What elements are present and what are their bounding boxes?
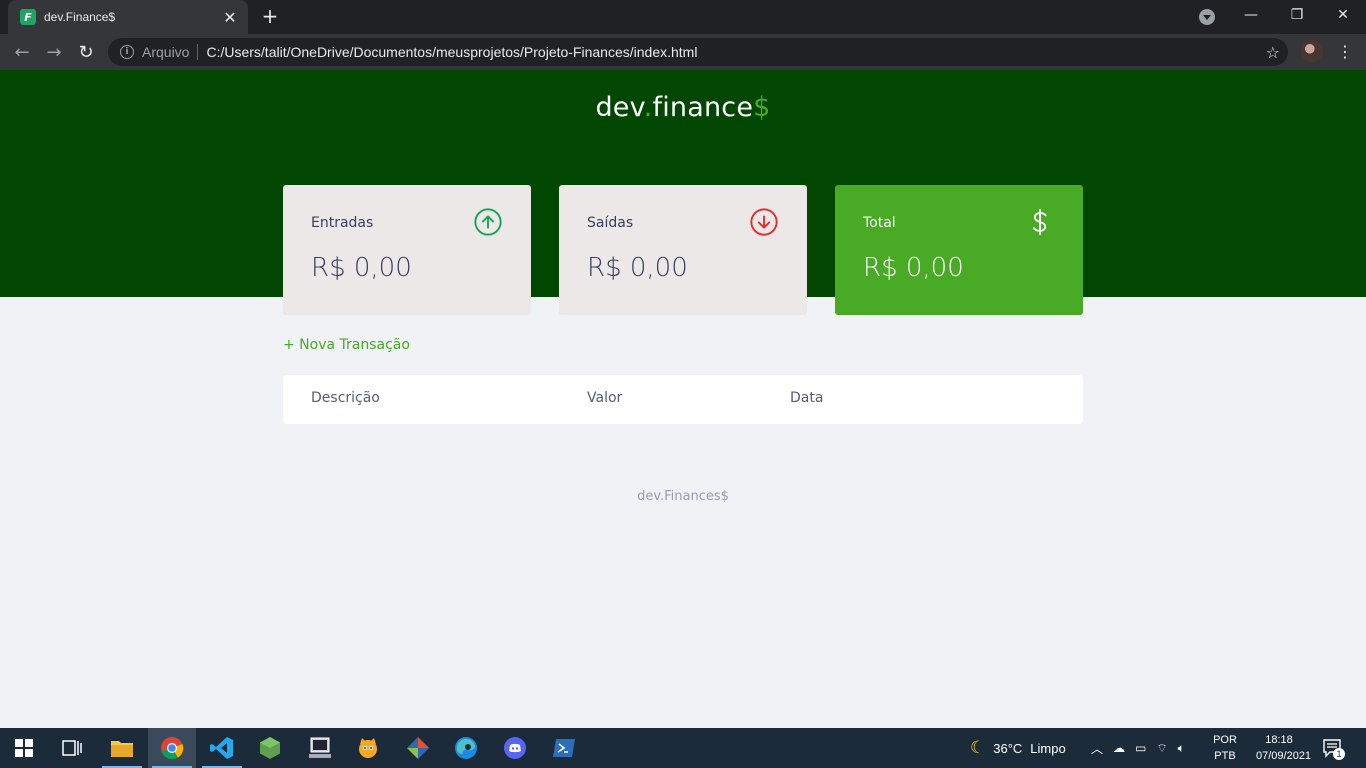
git-icon[interactable]	[394, 728, 442, 768]
expense-card: Saídas R$ 0,00	[559, 185, 807, 315]
clock[interactable]: 18:18 07/09/2021	[1256, 732, 1312, 764]
forward-icon[interactable]: →	[42, 40, 66, 64]
vscode-icon[interactable]	[198, 728, 246, 768]
wifi-icon[interactable]: ⌔	[1156, 741, 1167, 756]
table-header-date: Data	[790, 390, 824, 406]
page-footer: dev.Finances$	[637, 489, 729, 504]
total-card: Total R$ 0,00	[835, 185, 1083, 315]
volume-icon[interactable]: 🔈︎	[1178, 741, 1185, 756]
browser-toolbar: ← → ↻ i Arquivo C:/Users/talit/OneDrive/…	[0, 34, 1366, 70]
menu-icon[interactable]: ⋮	[1335, 40, 1355, 64]
scratch-icon[interactable]	[344, 728, 392, 768]
browser-tab-bar: F dev.Finance$ ✕ + — ❐ ✕	[0, 0, 1366, 34]
powershell-icon[interactable]	[540, 728, 588, 768]
browser-tab[interactable]: F dev.Finance$ ✕	[8, 0, 248, 34]
file-explorer-icon[interactable]	[98, 728, 146, 768]
chrome-icon[interactable]	[148, 728, 196, 768]
maximize-icon[interactable]: ❐	[1274, 0, 1320, 30]
moon-icon: ☾	[970, 738, 986, 757]
logo-dollar: $	[753, 92, 771, 123]
income-card: Entradas R$ 0,00	[283, 185, 531, 315]
total-value: R$ 0,00	[863, 253, 964, 283]
page-content: dev.finance$ Entradas R$ 0,00 Saídas R$ …	[0, 70, 1366, 728]
profile-avatar[interactable]	[1301, 40, 1323, 62]
expense-value: R$ 0,00	[587, 253, 688, 283]
url-text[interactable]: C:/Users/talit/OneDrive/Documentos/meusp…	[206, 44, 697, 60]
weather-condition: Limpo	[1030, 740, 1066, 756]
reload-icon[interactable]: ↻	[74, 40, 98, 64]
new-transaction-button[interactable]: + Nova Transação	[283, 337, 410, 353]
back-icon[interactable]: ←	[10, 40, 34, 64]
address-bar[interactable]: i Arquivo C:/Users/talit/OneDrive/Docume…	[108, 38, 1288, 66]
info-icon[interactable]: i	[120, 45, 134, 59]
edge-icon[interactable]	[442, 728, 490, 768]
income-value: R$ 0,00	[311, 253, 412, 283]
logo-dot: .	[643, 92, 653, 123]
windows-taskbar: ☾ 36°C Limpo ︿ ☁ ▭ ⌔ 🔈︎ POR PTB 18:18 07…	[0, 728, 1366, 768]
task-view-icon[interactable]	[48, 728, 96, 768]
clock-time: 18:18	[1265, 734, 1293, 746]
divider	[197, 44, 199, 60]
battery-icon[interactable]: ▭	[1135, 741, 1146, 755]
new-tab-icon[interactable]: +	[258, 5, 282, 29]
weather-widget[interactable]: ☾ 36°C Limpo	[970, 728, 1066, 768]
lang-line2: PTB	[1214, 750, 1236, 762]
balance-cards: Entradas R$ 0,00 Saídas R$ 0,00 Total R$…	[283, 185, 1083, 315]
table-header-description: Descrição	[311, 390, 380, 406]
node-icon[interactable]	[246, 728, 294, 768]
minimize-icon[interactable]: —	[1228, 0, 1274, 30]
dollar-icon	[1032, 208, 1047, 236]
notification-count: 1	[1333, 748, 1345, 760]
scheme-label: Arquivo	[142, 44, 190, 60]
language-indicator[interactable]: POR PTB	[1210, 732, 1240, 764]
terminal-icon[interactable]	[296, 728, 344, 768]
arrow-up-circle-icon	[474, 208, 502, 236]
system-tray: ︿ ☁ ▭ ⌔ 🔈︎	[1091, 728, 1185, 768]
close-icon[interactable]: ✕	[1320, 0, 1366, 30]
tab-close-icon[interactable]: ✕	[222, 8, 238, 27]
clock-date: 07/09/2021	[1256, 750, 1312, 762]
favicon-icon: F	[20, 9, 36, 25]
logo-part-finance: finance	[652, 92, 754, 123]
start-icon[interactable]	[0, 728, 48, 768]
onedrive-icon[interactable]: ☁	[1113, 741, 1125, 755]
tab-search-icon[interactable]	[1199, 9, 1215, 25]
window-controls: — ❐ ✕	[1228, 0, 1366, 34]
tray-chevron-icon[interactable]: ︿	[1091, 740, 1103, 757]
logo-part-dev: dev	[595, 92, 644, 123]
transactions-table: Descrição Valor Data	[283, 375, 1083, 424]
table-header-value: Valor	[587, 390, 623, 406]
weather-temp: 36°C	[993, 740, 1023, 756]
star-icon[interactable]: ☆	[1266, 43, 1280, 62]
tab-title: dev.Finance$	[44, 10, 116, 24]
notifications-icon[interactable]: 1	[1322, 728, 1345, 768]
arrow-down-circle-icon	[750, 208, 778, 236]
app-logo: dev.finance$	[0, 92, 1366, 123]
lang-line1: POR	[1213, 734, 1237, 746]
discord-icon[interactable]	[491, 728, 539, 768]
